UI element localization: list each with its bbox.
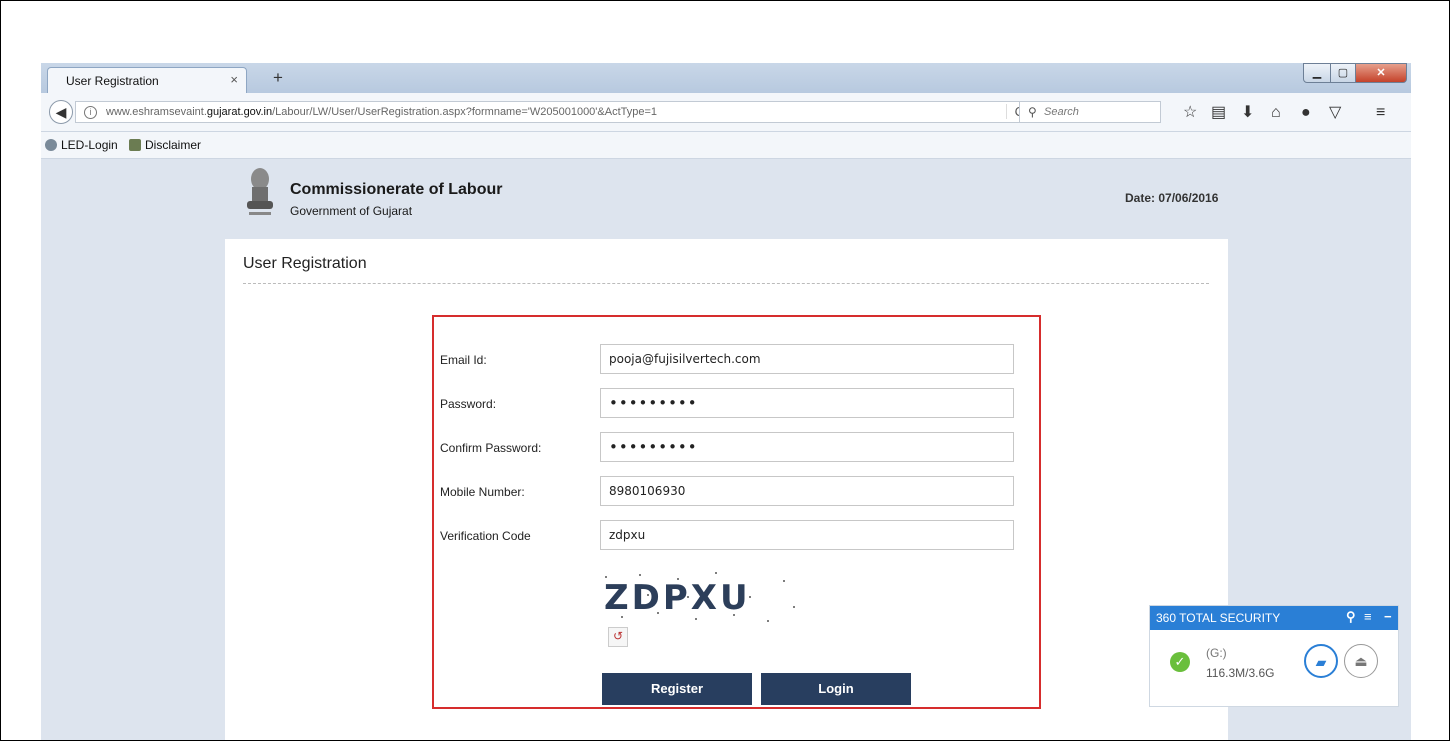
login-button[interactable]: Login	[761, 673, 911, 705]
url-text: www.eshramsevaint.gujarat.gov.in/Labour/…	[106, 106, 658, 118]
mobile-number-field[interactable]: 8980106930	[600, 476, 1014, 506]
info-icon[interactable]: i	[84, 106, 97, 119]
bookmark-led-login[interactable]: LED-Login	[45, 138, 118, 152]
password-field[interactable]: •••••••••	[600, 388, 1014, 418]
close-window-button[interactable]: ✕	[1355, 63, 1407, 83]
tab-user-registration[interactable]: User Registration ×	[47, 67, 247, 93]
national-emblem-logo	[247, 168, 273, 215]
tab-title: User Registration	[66, 74, 159, 88]
navigation-bar: ◀ i www.eshramsevaint.gujarat.gov.in/Lab…	[41, 93, 1411, 132]
email-field[interactable]: pooja@fujisilvertech.com	[600, 344, 1014, 374]
verification-code-field[interactable]: zdpxu	[600, 520, 1014, 550]
chat-icon[interactable]: ●	[1301, 105, 1311, 121]
address-bar[interactable]: i www.eshramsevaint.gujarat.gov.in/Labou…	[75, 101, 1031, 123]
download-icon[interactable]: ⬇	[1241, 105, 1254, 121]
header-band	[225, 159, 1228, 239]
page-title: User Registration	[243, 255, 367, 272]
bookmark-disclaimer[interactable]: Disclaimer	[129, 138, 201, 152]
check-icon: ✓	[1170, 652, 1190, 672]
drive-size: 116.3M/3.6G	[1206, 666, 1275, 680]
divider	[243, 283, 1209, 284]
tab-bar: User Registration × + ▁ ▢ ✕	[41, 63, 1411, 93]
screenshot-frame: User Registration × + ▁ ▢ ✕ ◀ i www.eshr…	[0, 0, 1450, 741]
security-popup: 360 TOTAL SECURITY ⚲ ≡ − ✓ (G:) 116.3M/3…	[1149, 605, 1399, 707]
bookmark-star-icon[interactable]: ☆	[1183, 105, 1197, 121]
search-icon[interactable]: ⚲	[1346, 609, 1356, 625]
bookmarks-bar: LED-Login Disclaimer	[41, 132, 1411, 159]
tab-close-icon[interactable]: ×	[230, 72, 238, 87]
maximize-button[interactable]: ▢	[1330, 63, 1356, 83]
bookmarks-list-icon[interactable]: ▤	[1211, 105, 1226, 121]
captcha-image: ZDPXU	[600, 567, 800, 625]
search-icon: ⚲	[1028, 105, 1037, 119]
security-title: 360 TOTAL SECURITY	[1156, 611, 1281, 625]
page-content: Commissionerate of Labour Government of …	[225, 159, 1228, 740]
drive-label: (G:)	[1206, 646, 1227, 660]
email-label: Email Id:	[440, 353, 487, 367]
menu-icon[interactable]: ≡	[1376, 105, 1385, 121]
pocket-icon[interactable]: ▽	[1329, 105, 1341, 121]
security-popup-header: 360 TOTAL SECURITY ⚲ ≡ −	[1150, 606, 1398, 630]
confirm-password-field[interactable]: •••••••••	[600, 432, 1014, 462]
minimize-button[interactable]: ▁	[1303, 63, 1331, 83]
home-icon[interactable]: ⌂	[1271, 105, 1281, 121]
captcha-refresh-icon[interactable]: ↺	[608, 627, 628, 647]
registration-form: Email Id: pooja@fujisilvertech.com Passw…	[432, 315, 1041, 709]
register-button[interactable]: Register	[602, 673, 752, 705]
search-placeholder: Search	[1044, 106, 1079, 118]
password-label: Password:	[440, 397, 497, 411]
page-icon	[129, 139, 141, 151]
back-arrow-icon[interactable]: ◀	[49, 100, 73, 124]
new-tab-button[interactable]: +	[273, 68, 283, 88]
verification-code-label: Verification Code	[440, 529, 531, 543]
org-name: Commissionerate of Labour	[290, 181, 503, 198]
folder-icon[interactable]: ▰	[1304, 644, 1338, 678]
globe-icon	[45, 139, 57, 151]
captcha-text: ZDPXU	[604, 578, 751, 618]
confirm-password-label: Confirm Password:	[440, 441, 542, 455]
org-subtitle: Government of Gujarat	[290, 204, 413, 218]
menu-icon[interactable]: ≡	[1364, 609, 1372, 624]
date-label: Date: 07/06/2016	[1125, 191, 1219, 205]
mobile-number-label: Mobile Number:	[440, 485, 525, 499]
eject-icon[interactable]: ⏏	[1344, 644, 1378, 678]
minimize-icon[interactable]: −	[1384, 609, 1392, 624]
search-input[interactable]: ⚲ Search	[1019, 101, 1161, 123]
